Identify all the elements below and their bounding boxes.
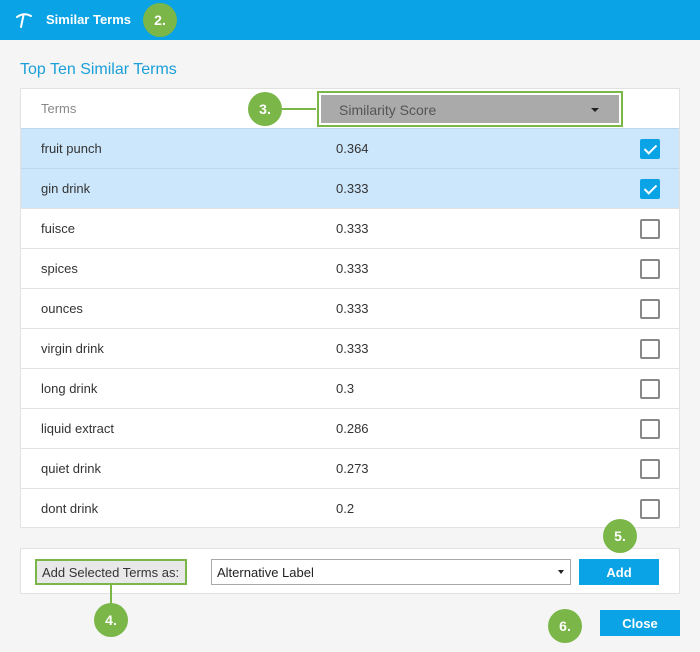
term-cell: liquid extract [41,421,114,436]
table-row[interactable]: fuisce 0.333 [21,208,679,248]
pickaxe-icon [16,13,32,28]
callout-connector-sort [282,108,316,110]
callout-badge-add-button: 5. [603,519,637,553]
term-cell: ounces [41,301,83,316]
score-cell: 0.333 [336,301,369,316]
score-cell: 0.333 [336,221,369,236]
score-cell: 0.2 [336,501,355,516]
score-cell: 0.333 [336,181,369,196]
column-header-terms: Terms [41,101,77,116]
term-cell: dont drink [41,501,99,516]
table-row[interactable]: dont drink 0.2 [21,488,679,528]
column-header-score: Similarity Score [339,102,437,118]
term-cell: virgin drink [41,341,104,356]
term-cell: spices [41,261,78,276]
term-cell: gin drink [41,181,91,196]
table-body: fruit punch 0.364 gin drink 0.333 fuisce 0.33… [21,128,679,528]
label-type-selected-value: Alternative Label [217,565,314,580]
table-row[interactable]: ounces 0.333 [21,288,679,328]
table-row[interactable]: liquid extract 0.286 [21,408,679,448]
table-row[interactable]: gin drink 0.333 [21,168,679,208]
row-checkbox[interactable] [640,459,660,479]
label-type-select[interactable]: Alternative Label [211,559,571,585]
callout-badge-close-button: 6. [548,609,582,643]
table-row[interactable]: long drink 0.3 [21,368,679,408]
caret-down-icon [558,570,564,574]
window-title: Similar Terms [46,12,132,27]
row-checkbox[interactable] [640,339,660,359]
score-cell: 0.333 [336,261,369,276]
add-terms-bar: Add Selected Terms as: Alternative Label… [20,548,680,594]
row-checkbox[interactable] [640,179,660,199]
table-header: Terms Similarity Score [21,89,679,129]
score-cell: 0.286 [336,421,369,436]
sort-similarity-score-dropdown[interactable]: Similarity Score [317,91,623,127]
callout-connector-add-label [110,584,112,604]
row-checkbox[interactable] [640,379,660,399]
table-row[interactable]: quiet drink 0.273 [21,448,679,488]
term-cell: fuisce [41,221,75,236]
callout-badge-add-label: 4. [94,603,128,637]
section-title: Top Ten Similar Terms [20,61,177,78]
title-bar: Similar Terms [0,0,700,40]
add-button[interactable]: Add [579,559,659,585]
row-checkbox[interactable] [640,299,660,319]
add-selected-terms-label: Add Selected Terms as: [35,559,187,585]
table-row[interactable]: spices 0.333 [21,248,679,288]
row-checkbox[interactable] [640,259,660,279]
similar-terms-table: Terms Similarity Score fruit punch 0.364 g… [20,88,680,528]
row-checkbox[interactable] [640,139,660,159]
close-button[interactable]: Close [600,610,680,636]
score-cell: 0.333 [336,341,369,356]
row-checkbox[interactable] [640,499,660,519]
row-checkbox[interactable] [640,419,660,439]
table-row[interactable]: virgin drink 0.333 [21,328,679,368]
term-cell: fruit punch [41,141,102,156]
score-cell: 0.3 [336,381,355,396]
caret-down-icon [591,108,599,112]
row-checkbox[interactable] [640,219,660,239]
term-cell: long drink [41,381,98,396]
callout-badge-title: 2. [143,3,177,37]
callout-badge-sort: 3. [248,92,282,126]
term-cell: quiet drink [41,461,101,476]
score-cell: 0.273 [336,461,369,476]
table-row[interactable]: fruit punch 0.364 [21,128,679,168]
score-cell: 0.364 [336,141,369,156]
